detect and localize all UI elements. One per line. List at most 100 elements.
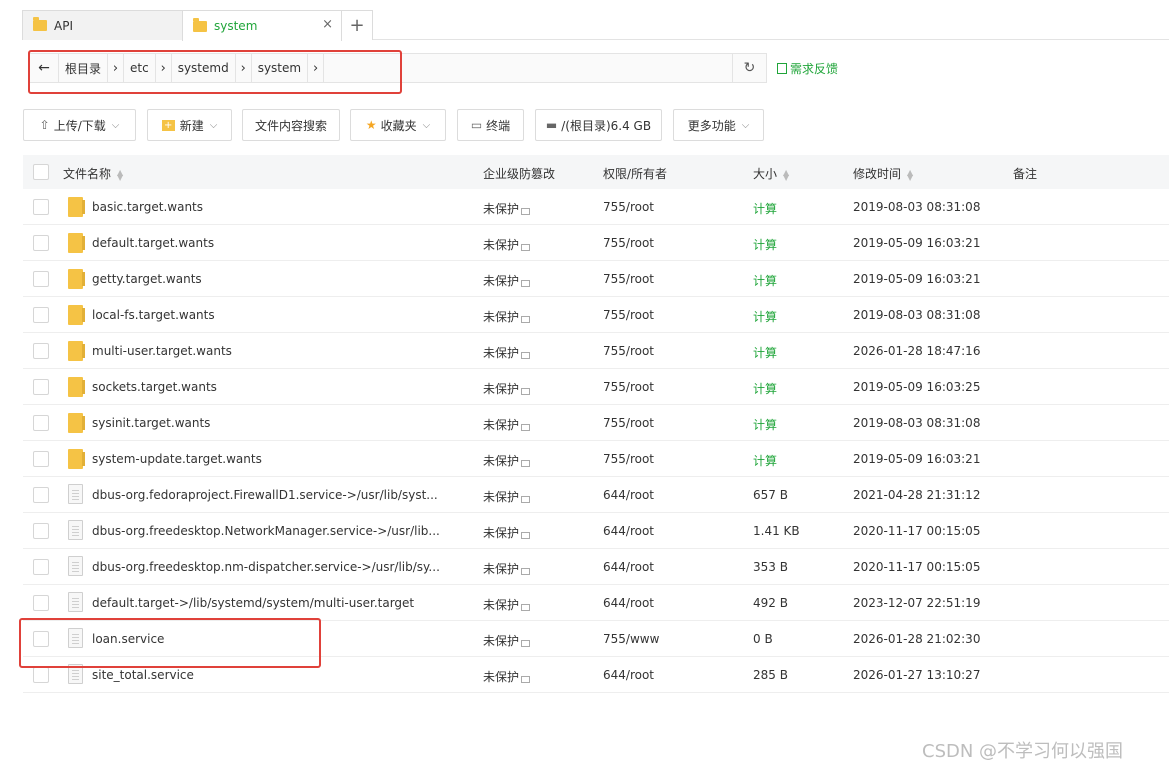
file-name[interactable]: basic.target.wants <box>92 200 203 214</box>
content-search-button[interactable]: 文件内容搜索 <box>242 109 340 141</box>
permission[interactable]: 644/root <box>603 524 654 538</box>
row-checkbox[interactable] <box>33 415 49 431</box>
more-functions-button[interactable]: 更多功能 ⌵ <box>673 109 764 141</box>
lock-icon <box>521 532 531 539</box>
header-size[interactable]: 大小 ▲ ▼ <box>753 165 789 182</box>
file-icon <box>68 556 83 576</box>
protect-status[interactable]: 未保护 <box>483 272 531 289</box>
row-checkbox[interactable] <box>33 667 49 683</box>
table-row[interactable]: local-fs.target.wants 未保护 755/root 计算 2019-0… <box>23 297 1169 333</box>
row-checkbox[interactable] <box>33 235 49 251</box>
chevron-down-icon: ⌵ <box>209 119 218 131</box>
protect-status[interactable]: 未保护 <box>483 200 531 217</box>
protect-status[interactable]: 未保护 <box>483 380 531 397</box>
permission[interactable]: 755/root <box>603 200 654 214</box>
table-row[interactable]: default.target->/lib/systemd/system/mult… <box>23 585 1169 621</box>
file-name[interactable]: dbus-org.freedesktop.nm-dispatcher.servi… <box>92 560 440 574</box>
table-row[interactable]: getty.target.wants 未保护 755/root 计算 2019-05-0… <box>23 261 1169 297</box>
file-size[interactable]: 计算 <box>753 416 777 433</box>
table-row[interactable]: sockets.target.wants 未保护 755/root 计算 2019-05… <box>23 369 1169 405</box>
favorites-button[interactable]: ★ 收藏夹 ⌵ <box>350 109 446 141</box>
file-name[interactable]: default.target->/lib/systemd/system/mult… <box>92 596 414 610</box>
file-name[interactable]: dbus-org.freedesktop.NetworkManager.serv… <box>92 524 440 538</box>
permission[interactable]: 755/root <box>603 452 654 466</box>
table-row[interactable]: multi-user.target.wants 未保护 755/root 计算 2026… <box>23 333 1169 369</box>
row-checkbox[interactable] <box>33 523 49 539</box>
disk-button[interactable]: ▬ /(根目录)6.4 GB <box>535 109 662 141</box>
row-checkbox[interactable] <box>33 379 49 395</box>
protect-status[interactable]: 未保护 <box>483 308 531 325</box>
file-name[interactable]: system-update.target.wants <box>92 452 262 466</box>
file-size[interactable]: 计算 <box>753 452 777 469</box>
table-row[interactable]: dbus-org.freedesktop.nm-dispatcher.servi… <box>23 549 1169 585</box>
file-name[interactable]: sysinit.target.wants <box>92 416 210 430</box>
file-size[interactable]: 计算 <box>753 344 777 361</box>
header-name[interactable]: 文件名称 ▲ ▼ <box>63 165 123 182</box>
protect-status[interactable]: 未保护 <box>483 632 531 649</box>
modified-time: 2019-08-03 08:31:08 <box>853 200 981 214</box>
terminal-button[interactable]: ▭ 终端 <box>457 109 524 141</box>
protect-status[interactable]: 未保护 <box>483 236 531 253</box>
file-size[interactable]: 计算 <box>753 272 777 289</box>
table-row[interactable]: sysinit.target.wants 未保护 755/root 计算 2019-08… <box>23 405 1169 441</box>
file-name[interactable]: sockets.target.wants <box>92 380 217 394</box>
refresh-button[interactable]: ↻ <box>732 54 766 82</box>
table-row[interactable]: basic.target.wants 未保护 755/root 计算 2019-08-0… <box>23 189 1169 225</box>
protect-status[interactable]: 未保护 <box>483 344 531 361</box>
new-button[interactable]: + 新建 ⌵ <box>147 109 232 141</box>
table-row[interactable]: dbus-org.freedesktop.NetworkManager.serv… <box>23 513 1169 549</box>
feedback-link[interactable]: 需求反馈 <box>777 60 838 77</box>
file-size[interactable]: 计算 <box>753 308 777 325</box>
add-tab-button[interactable]: + <box>341 10 373 40</box>
protect-status[interactable]: 未保护 <box>483 524 531 541</box>
permission[interactable]: 644/root <box>603 488 654 502</box>
tab-label: API <box>54 18 73 33</box>
table-row[interactable]: default.target.wants 未保护 755/root 计算 2019-05… <box>23 225 1169 261</box>
protect-status[interactable]: 未保护 <box>483 488 531 505</box>
permission[interactable]: 755/root <box>603 236 654 250</box>
file-size[interactable]: 计算 <box>753 200 777 217</box>
upload-download-button[interactable]: ⇧ 上传/下载 ⌵ <box>23 109 136 141</box>
tab-system[interactable]: system × <box>182 10 342 41</box>
permission[interactable]: 755/root <box>603 272 654 286</box>
permission[interactable]: 755/root <box>603 344 654 358</box>
permission[interactable]: 755/root <box>603 416 654 430</box>
row-checkbox[interactable] <box>33 487 49 503</box>
file-name[interactable]: site_total.service <box>92 668 194 682</box>
file-name[interactable]: multi-user.target.wants <box>92 344 232 358</box>
row-checkbox[interactable] <box>33 307 49 323</box>
row-checkbox[interactable] <box>33 595 49 611</box>
protect-status[interactable]: 未保护 <box>483 668 531 685</box>
file-name[interactable]: default.target.wants <box>92 236 214 250</box>
row-checkbox[interactable] <box>33 271 49 287</box>
file-size[interactable]: 计算 <box>753 380 777 397</box>
file-size[interactable]: 计算 <box>753 236 777 253</box>
tab-api[interactable]: API <box>22 10 183 40</box>
protect-status[interactable]: 未保护 <box>483 452 531 469</box>
file-name[interactable]: local-fs.target.wants <box>92 308 215 322</box>
table-row[interactable]: system-update.target.wants 未保护 755/root 计算 2… <box>23 441 1169 477</box>
permission[interactable]: 755/root <box>603 380 654 394</box>
protect-status[interactable]: 未保护 <box>483 596 531 613</box>
permission[interactable]: 644/root <box>603 596 654 610</box>
permission[interactable]: 644/root <box>603 668 654 682</box>
permission[interactable]: 644/root <box>603 560 654 574</box>
close-icon[interactable]: × <box>322 17 333 32</box>
disk-label: /(根目录)6.4 GB <box>561 118 652 133</box>
row-checkbox[interactable] <box>33 451 49 467</box>
table-row[interactable]: dbus-org.fedoraproject.FirewallD1.servic… <box>23 477 1169 513</box>
row-checkbox[interactable] <box>33 343 49 359</box>
header-mtime[interactable]: 修改时间 ▲ ▼ <box>853 165 913 182</box>
row-checkbox[interactable] <box>33 559 49 575</box>
folder-icon <box>68 377 85 397</box>
protect-status[interactable]: 未保护 <box>483 416 531 433</box>
row-checkbox[interactable] <box>33 199 49 215</box>
select-all-checkbox[interactable] <box>33 164 49 180</box>
lock-icon <box>521 208 531 215</box>
permission[interactable]: 755/root <box>603 308 654 322</box>
file-name[interactable]: dbus-org.fedoraproject.FirewallD1.servic… <box>92 488 438 502</box>
permission[interactable]: 755/www <box>603 632 659 646</box>
protect-label: 未保护 <box>483 490 520 504</box>
protect-status[interactable]: 未保护 <box>483 560 531 577</box>
file-name[interactable]: getty.target.wants <box>92 272 202 286</box>
